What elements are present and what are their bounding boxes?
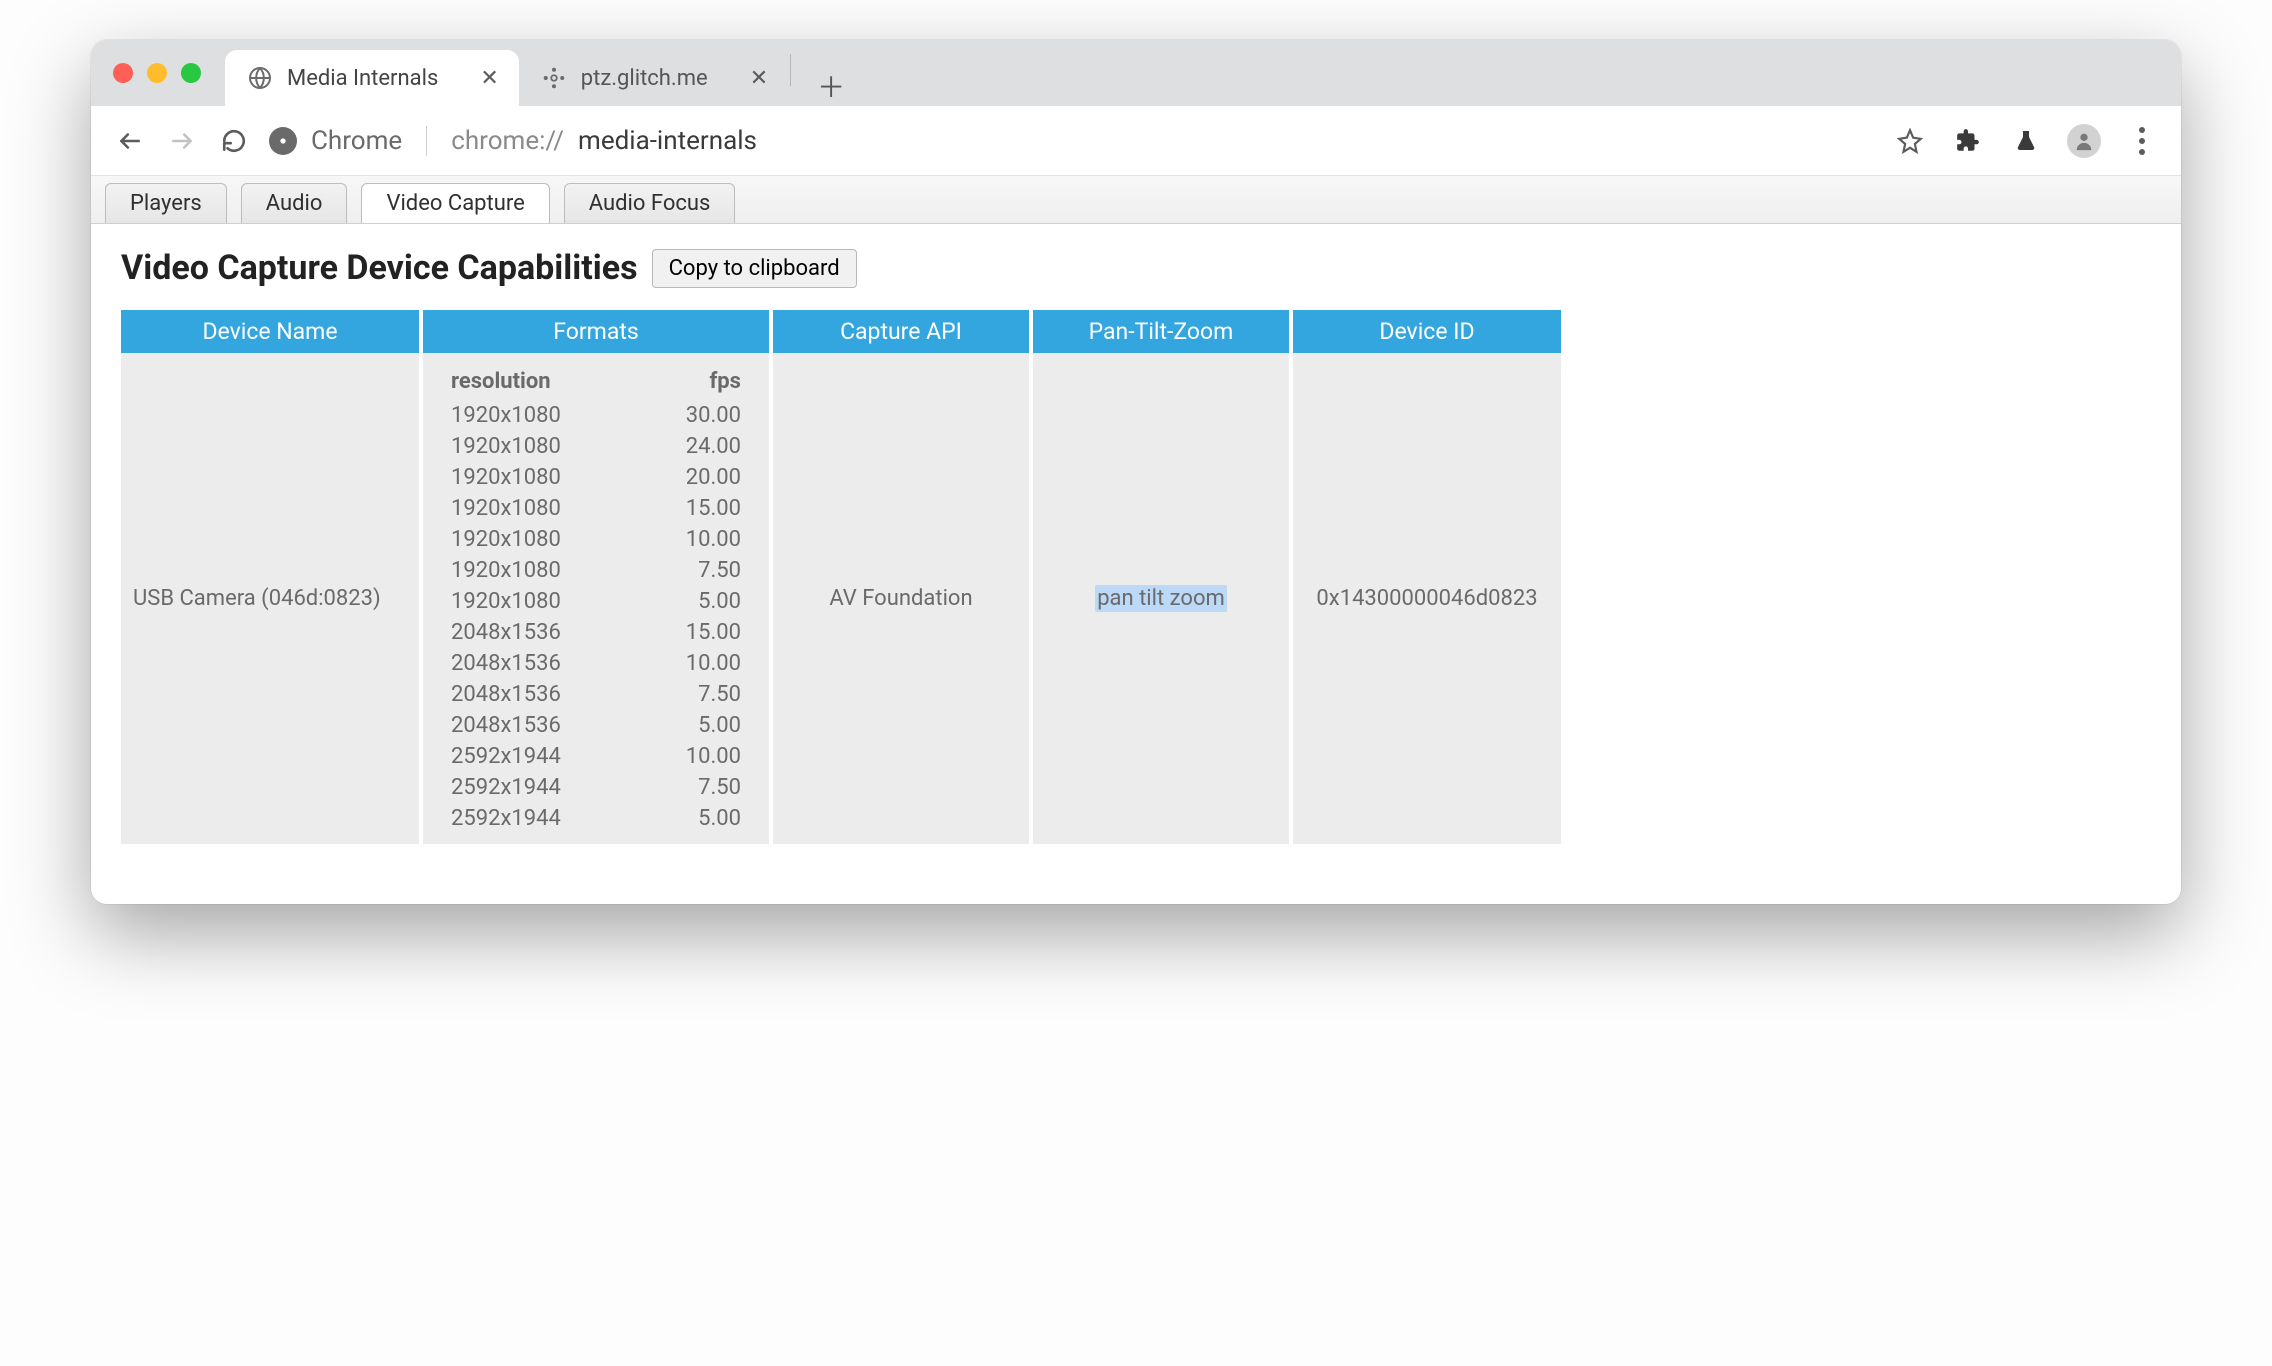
table-column-header[interactable]: Pan-Tilt-Zoom (1031, 310, 1291, 353)
table-column-header[interactable]: Formats (421, 310, 771, 353)
format-fps: 5.00 (632, 586, 763, 617)
format-resolution: 1920x1080 (429, 431, 632, 462)
capabilities-table: Device NameFormatsCapture APIPan-Tilt-Zo… (121, 310, 1561, 844)
browser-tabstrip: Media Internals ✕ ptz.glitch.me ✕ ＋ (91, 40, 2181, 106)
window-controls (113, 63, 201, 83)
formats-resolution-header: resolution (429, 363, 632, 400)
ptz-cell: pan tilt zoom (1031, 353, 1291, 844)
bookmark-star-icon[interactable] (1893, 124, 1927, 158)
url-scheme: chrome:// (451, 126, 564, 156)
page-tab-bar: Players Audio Video Capture Audio Focus (91, 176, 2181, 224)
format-fps: 5.00 (632, 803, 763, 834)
format-resolution: 2592x1944 (429, 772, 632, 803)
format-fps: 5.00 (632, 710, 763, 741)
format-fps: 30.00 (632, 400, 763, 431)
format-resolution: 1920x1080 (429, 586, 632, 617)
formats-cell: resolutionfps1920x108030.001920x108024.0… (421, 353, 771, 844)
table-row: USB Camera (046d:0823)resolutionfps1920x… (121, 353, 1561, 844)
page-tab[interactable]: Audio (241, 183, 348, 223)
browser-tab-title: Media Internals (287, 66, 438, 91)
browser-window: Media Internals ✕ ptz.glitch.me ✕ ＋ (91, 40, 2181, 904)
browser-tab-active[interactable]: Media Internals ✕ (225, 50, 519, 106)
page-content: Players Audio Video Capture Audio Focus Vid… (91, 176, 2181, 904)
table-column-header[interactable]: Device ID (1291, 310, 1561, 353)
new-tab-button[interactable]: ＋ (803, 66, 859, 106)
page-heading: Video Capture Device Capabilities (121, 248, 638, 288)
format-fps: 24.00 (632, 431, 763, 462)
nav-back-button[interactable] (113, 124, 147, 158)
nav-forward-button[interactable] (165, 124, 199, 158)
device-id-cell: 0x14300000046d0823 (1291, 353, 1561, 844)
tab-close-icon[interactable]: ✕ (750, 66, 768, 91)
menu-kebab-icon[interactable] (2125, 124, 2159, 158)
format-resolution: 2592x1944 (429, 741, 632, 772)
page-tab[interactable]: Audio Focus (564, 183, 736, 223)
format-fps: 10.00 (632, 648, 763, 679)
format-fps: 7.50 (632, 679, 763, 710)
table-column-header[interactable]: Capture API (771, 310, 1031, 353)
extensions-icon[interactable] (1951, 124, 1985, 158)
format-fps: 10.00 (632, 741, 763, 772)
format-resolution: 1920x1080 (429, 555, 632, 586)
format-fps: 15.00 (632, 493, 763, 524)
origin-label: Chrome (311, 126, 402, 156)
window-maximize-button[interactable] (181, 63, 201, 83)
ptz-highlighted-text: pan tilt zoom (1095, 585, 1227, 612)
table-column-header[interactable]: Device Name (121, 310, 421, 353)
format-resolution: 2592x1944 (429, 803, 632, 834)
tab-close-icon[interactable]: ✕ (480, 66, 498, 91)
page-tab[interactable]: Players (105, 183, 227, 223)
format-resolution: 1920x1080 (429, 400, 632, 431)
format-resolution: 1920x1080 (429, 493, 632, 524)
profile-avatar-icon[interactable] (2067, 124, 2101, 158)
device-name-cell: USB Camera (046d:0823) (121, 353, 421, 844)
format-fps: 10.00 (632, 524, 763, 555)
tab-divider (790, 54, 791, 86)
page-tab[interactable]: Video Capture (361, 183, 549, 223)
format-resolution: 2048x1536 (429, 710, 632, 741)
format-fps: 15.00 (632, 617, 763, 648)
nav-reload-button[interactable] (217, 124, 251, 158)
formats-fps-header: fps (632, 363, 763, 400)
capture-api-cell: AV Foundation (771, 353, 1031, 844)
window-close-button[interactable] (113, 63, 133, 83)
omnibox[interactable]: Chrome chrome:// media-internals (269, 126, 1875, 156)
globe-icon (247, 65, 273, 91)
site-icon (541, 65, 567, 91)
content-area: Video Capture Device Capabilities Copy t… (91, 224, 2181, 904)
format-fps: 7.50 (632, 555, 763, 586)
copy-to-clipboard-button[interactable]: Copy to clipboard (652, 249, 857, 288)
url-host: media-internals (578, 126, 757, 156)
format-fps: 7.50 (632, 772, 763, 803)
format-resolution: 2048x1536 (429, 648, 632, 679)
format-resolution: 1920x1080 (429, 462, 632, 493)
format-resolution: 2048x1536 (429, 617, 632, 648)
omnibox-divider (426, 126, 427, 156)
window-minimize-button[interactable] (147, 63, 167, 83)
toolbar-right (1893, 124, 2159, 158)
browser-toolbar: Chrome chrome:// media-internals (91, 106, 2181, 176)
browser-tab-title: ptz.glitch.me (581, 66, 708, 91)
labs-icon[interactable] (2009, 124, 2043, 158)
format-resolution: 2048x1536 (429, 679, 632, 710)
format-resolution: 1920x1080 (429, 524, 632, 555)
browser-tabs: Media Internals ✕ ptz.glitch.me ✕ ＋ (225, 40, 859, 106)
chrome-origin-icon (269, 127, 297, 155)
format-fps: 20.00 (632, 462, 763, 493)
browser-tab-inactive[interactable]: ptz.glitch.me ✕ (519, 50, 788, 106)
